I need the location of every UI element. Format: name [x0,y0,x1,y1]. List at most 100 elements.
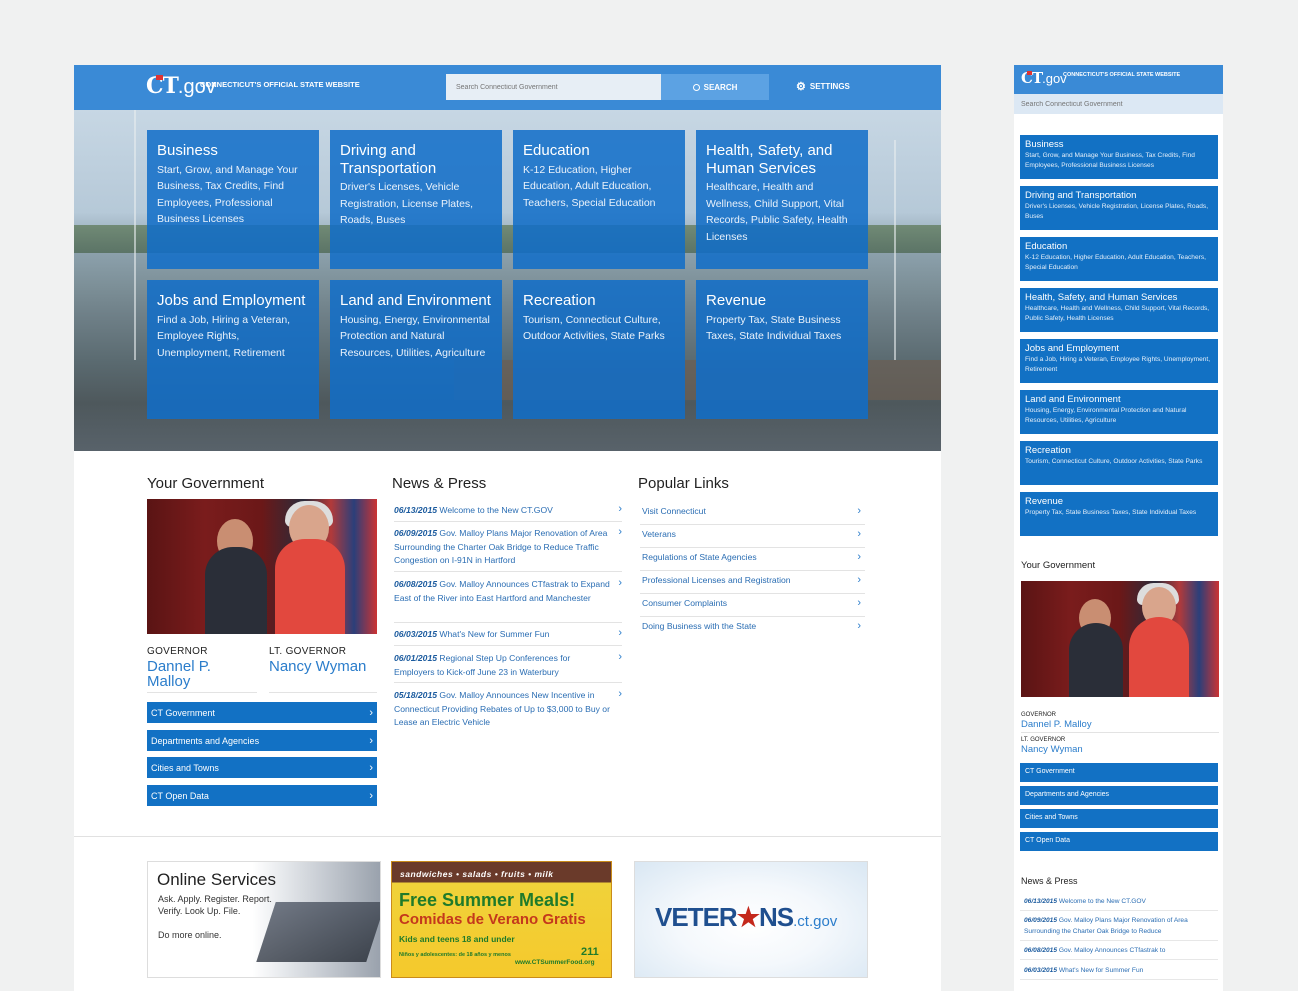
popular-links-heading: Popular Links [638,475,729,492]
category-tile-business[interactable]: Business Start, Grow, and Manage Your Bu… [147,130,319,269]
mobile-news-item[interactable]: 06/09/2015 Gov. Malloy Plans Major Renov… [1020,915,1218,941]
governor-photo [147,499,377,634]
chevron-right-icon: › [857,597,861,609]
news-item[interactable]: 06/09/2015 Gov. Malloy Plans Major Renov… [394,526,622,572]
mobile-governor-photo [1021,581,1219,697]
chevron-right-icon: › [618,651,622,663]
news-item[interactable]: 06/03/2015 What's New for Summer Fun › [394,627,622,646]
site-tagline: Connecticut's Official State Website [1063,72,1181,78]
mobile-gov-heading: Your Government [1021,560,1096,571]
category-tile-jobs[interactable]: Jobs and Employment Find a Job, Hiring a… [147,280,319,419]
chevron-right-icon: › [857,528,861,540]
mobile-category-tile[interactable]: Recreation Tourism, Connecticut Culture, … [1020,441,1218,485]
mobile-mockup: CT.gov Connecticut's Official State Webs… [1014,65,1223,991]
mobile-category-tile[interactable]: Jobs and Employment Find a Job, Hiring a … [1020,339,1218,383]
news-item[interactable]: 05/18/2015 Gov. Malloy Announces New Inc… [394,688,622,734]
mobile-header: CT.gov Connecticut's Official State Webs… [1014,65,1223,94]
ct-gov-logo[interactable]: CT.gov [1021,69,1067,87]
meals-url: www.CTSummerFood.org [515,959,595,966]
laptop-graphic [256,902,380,962]
mobile-governor-name[interactable]: Dannel P. Malloy [1021,719,1092,730]
chevron-right-icon: › [618,627,622,639]
chevron-right-icon: › [369,761,373,774]
chevron-right-icon: › [857,551,861,563]
governor-role: GOVERNOR [147,646,208,657]
divider [269,692,377,693]
mobile-lt-name[interactable]: Nancy Wyman [1021,744,1083,755]
divider [1021,732,1219,733]
online-services-line: Ask. Apply. Register. Report. [158,894,272,904]
online-services-line: Verify. Look Up. File. [158,906,241,916]
news-item[interactable]: 06/08/2015 Gov. Malloy Announces CTfastr… [394,577,622,623]
mobile-category-tile[interactable]: Business Start, Grow, and Manage Your Bus… [1020,135,1218,179]
popular-link[interactable]: Consumer Complaints › [640,594,865,617]
gov-link-open-data[interactable]: CT Open Data › [147,785,377,806]
mobile-news-item[interactable]: 06/03/2015 What's New for Summer Fun [1020,965,1218,980]
mobile-category-tile[interactable]: Driving and Transportation Driver's Licen… [1020,186,1218,230]
section-divider [74,836,941,837]
settings-button[interactable]: ⚙ SETTINGS [796,80,850,93]
online-services-banner[interactable]: Online Services Ask. Apply. Register. Re… [147,861,381,978]
divider [147,692,257,693]
chevron-right-icon: › [618,526,622,538]
hero-mast [894,140,896,360]
chevron-right-icon: › [857,505,861,517]
category-tile-land[interactable]: Land and Environment Housing, Energy, En… [330,280,502,419]
mobile-gov-link[interactable]: CT Government [1020,763,1218,782]
chevron-right-icon: › [369,706,373,719]
mobile-category-tile[interactable]: Land and Environment Housing, Energy, Env… [1020,390,1218,434]
search-icon [692,83,700,91]
chevron-right-icon: › [369,734,373,747]
mobile-gov-link[interactable]: CT Open Data [1020,832,1218,851]
news-item[interactable]: 06/13/2015 Welcome to the New CT.GOV › [394,503,622,522]
meals-kids-es: Niños y adolescentes: de 18 años y menos [399,952,511,958]
popular-link[interactable]: Regulations of State Agencies › [640,548,865,571]
online-services-line: Do more online. [158,930,222,940]
meals-tagline: sandwiches • salads • fruits • milk [400,869,554,879]
popular-link[interactable]: Veterans › [640,525,865,548]
site-header: CT.gov Connecticut's Official State Webs… [74,65,941,110]
online-services-title: Online Services [157,870,277,889]
mobile-search-input[interactable] [1014,94,1223,114]
mobile-news-item[interactable]: 06/08/2015 Gov. Malloy Announces CTfastr… [1020,945,1218,960]
governor-name[interactable]: Dannel P. Malloy [147,659,257,689]
chevron-right-icon: › [618,688,622,700]
gov-link-cities-towns[interactable]: Cities and Towns › [147,757,377,778]
chevron-right-icon: › [618,577,622,589]
chevron-right-icon: › [857,620,861,632]
mobile-category-tile[interactable]: Revenue Property Tax, State Business Taxe… [1020,492,1218,536]
news-item[interactable]: 06/01/2015 Regional Step Up Conferences … [394,651,622,683]
veterans-banner[interactable]: VETER★NS.ct.gov [634,861,868,978]
mobile-news-item[interactable]: 06/13/2015 Welcome to the New CT.GOV [1020,896,1218,911]
lt-governor-role: LT. GOVERNOR [269,646,347,657]
popular-link[interactable]: Doing Business with the State › [640,617,865,640]
search-input[interactable] [446,74,661,100]
desktop-mockup: CT.gov Connecticut's Official State Webs… [74,65,941,991]
mobile-news-heading: News & Press [1021,876,1078,886]
meals-title-es: Comidas de Verano Gratis [399,911,586,928]
popular-link[interactable]: Professional Licenses and Registration › [640,571,865,594]
mobile-lt-role: LT. GOVERNOR [1021,737,1066,743]
gear-icon: ⚙ [796,81,806,93]
gov-link-ct-government[interactable]: CT Government › [147,702,377,723]
mobile-gov-link[interactable]: Cities and Towns [1020,809,1218,828]
lt-governor-name[interactable]: Nancy Wyman [269,659,379,674]
summer-meals-banner[interactable]: sandwiches • salads • fruits • milk Free… [391,861,612,978]
meals-kids: Kids and teens 18 and under [399,934,515,944]
category-tile-health[interactable]: Health, Safety, and Human Services Healt… [696,130,868,269]
popular-link[interactable]: Visit Connecticut › [640,502,865,525]
mobile-category-tile[interactable]: Education K-12 Education, Higher Educatio… [1020,237,1218,281]
your-government-heading: Your Government [147,475,265,492]
category-tile-driving[interactable]: Driving and Transportation Driver's Lice… [330,130,502,269]
news-press-heading: News & Press [392,475,487,492]
site-tagline: Connecticut's Official State Website [200,80,360,89]
meals-211: 211 [581,946,599,958]
category-tile-education[interactable]: Education K-12 Education, Higher Educati… [513,130,685,269]
mobile-gov-link[interactable]: Departments and Agencies [1020,786,1218,805]
search-button[interactable]: SEARCH [661,74,769,100]
category-tile-recreation[interactable]: Recreation Tourism, Connecticut Culture,… [513,280,685,419]
mobile-category-tile[interactable]: Health, Safety, and Human Services Health… [1020,288,1218,332]
gov-link-departments[interactable]: Departments and Agencies › [147,730,377,751]
category-tile-revenue[interactable]: Revenue Property Tax, State Business Tax… [696,280,868,419]
hero-mast [134,110,136,360]
